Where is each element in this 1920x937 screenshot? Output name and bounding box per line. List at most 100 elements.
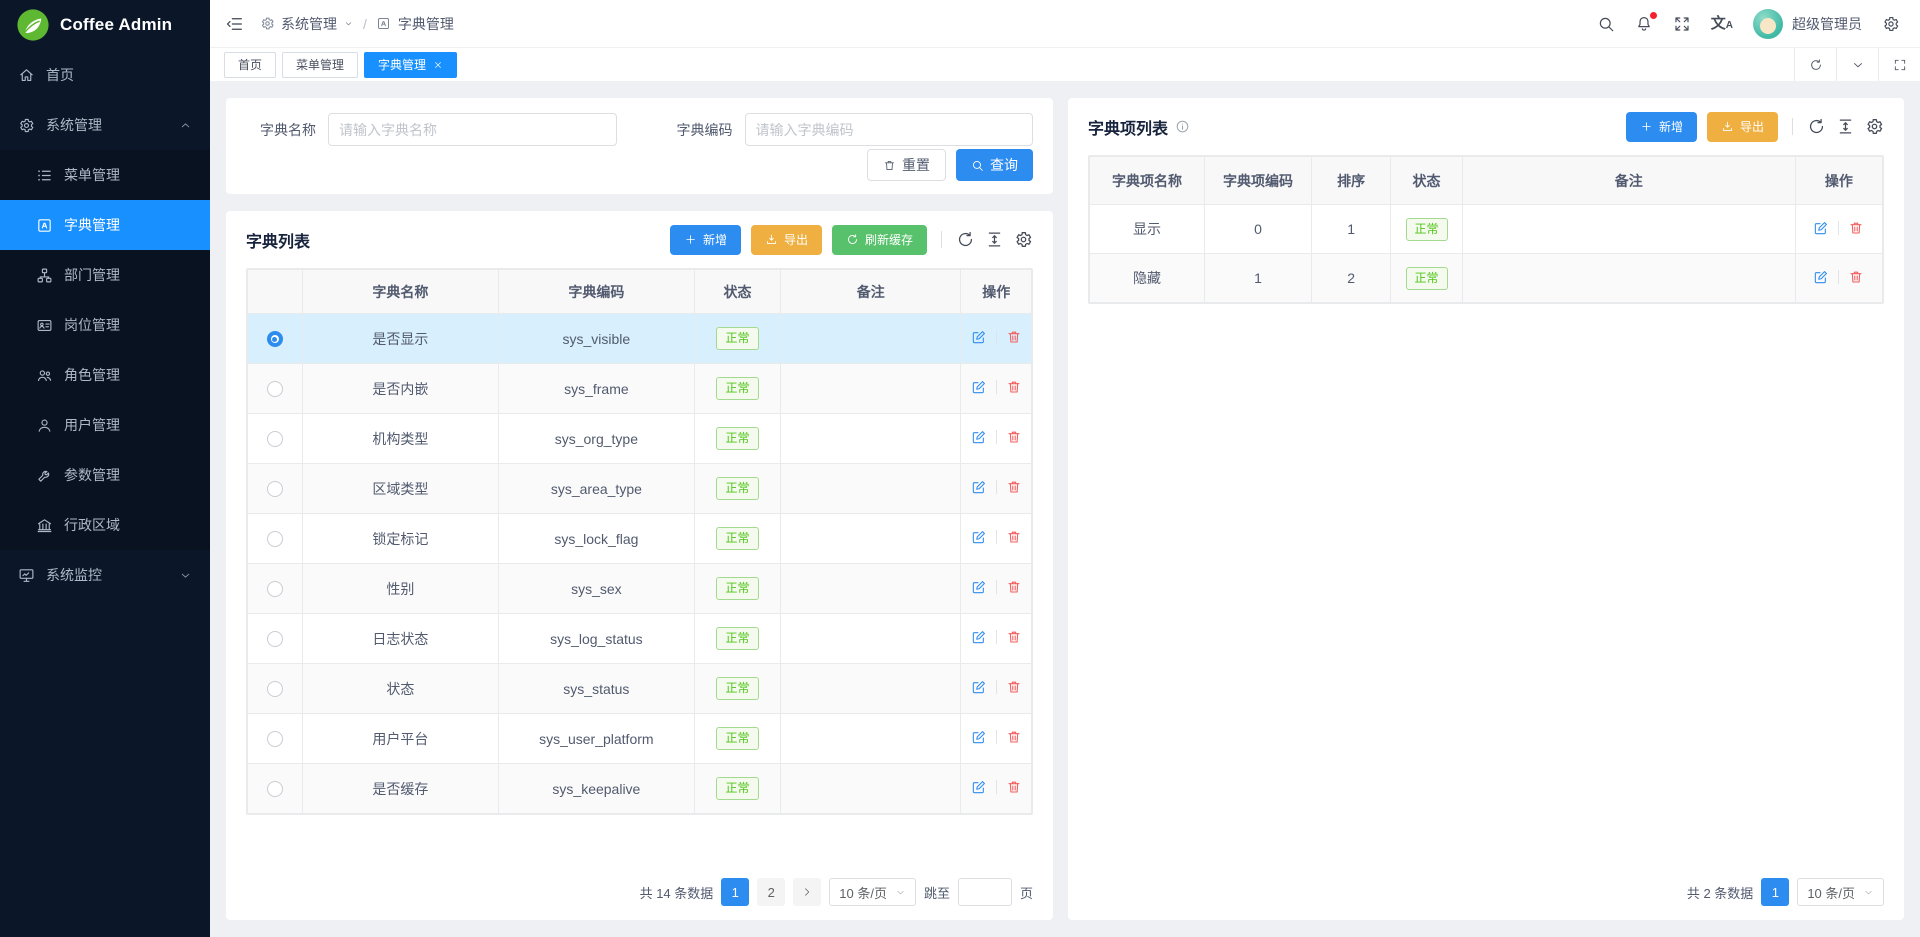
sidebar-group-system[interactable]: 系统管理 (0, 100, 210, 150)
table-row[interactable]: 显示01正常 (1090, 205, 1883, 254)
row-radio[interactable] (267, 381, 283, 397)
refresh-table-icon[interactable] (956, 230, 975, 249)
add-dict-button[interactable]: 新增 (670, 225, 741, 255)
reset-button[interactable]: 重置 (867, 149, 946, 181)
info-icon[interactable] (1175, 119, 1190, 134)
jump-page-input[interactable] (958, 878, 1012, 906)
edit-icon[interactable] (971, 629, 987, 645)
delete-icon[interactable] (1006, 379, 1022, 395)
sidebar-item-home[interactable]: 首页 (0, 50, 210, 100)
row-radio[interactable] (267, 631, 283, 647)
sidebar-item-menu-mgmt[interactable]: 菜单管理 (0, 150, 210, 200)
search-icon[interactable] (1597, 15, 1615, 33)
settings-gear-icon[interactable] (1882, 15, 1900, 33)
maximize-content-icon[interactable] (1878, 48, 1920, 81)
breadcrumb-root[interactable]: 系统管理 (260, 14, 354, 34)
row-density-icon[interactable] (1836, 117, 1855, 136)
table-row[interactable]: 用户平台sys_user_platform正常 (248, 714, 1032, 764)
status-cell: 正常 (694, 514, 780, 564)
query-button[interactable]: 查询 (956, 149, 1033, 181)
table-row[interactable]: 是否内嵌sys_frame正常 (248, 364, 1032, 414)
edit-icon[interactable] (971, 579, 987, 595)
fullscreen-icon[interactable] (1673, 15, 1691, 33)
refresh-cache-button[interactable]: 刷新缓存 (832, 225, 927, 255)
delete-icon[interactable] (1006, 429, 1022, 445)
table-row[interactable]: 是否显示sys_visible正常 (248, 314, 1032, 364)
delete-icon[interactable] (1006, 729, 1022, 745)
edit-icon[interactable] (971, 329, 987, 345)
delete-icon[interactable] (1006, 529, 1022, 545)
dict-code-input[interactable] (745, 113, 1034, 146)
sidebar-item-dict-mgmt[interactable]: 字典管理 (0, 200, 210, 250)
row-radio[interactable] (267, 431, 283, 447)
edit-icon[interactable] (971, 729, 987, 745)
row-radio[interactable] (267, 531, 283, 547)
row-radio[interactable] (267, 781, 283, 797)
export-dict-button[interactable]: 导出 (751, 225, 822, 255)
tab-home[interactable]: 首页 (224, 52, 276, 78)
row-radio[interactable] (267, 731, 283, 747)
next-page-button[interactable] (793, 878, 821, 906)
collapse-sidebar-icon[interactable] (226, 15, 244, 33)
table-row[interactable]: 是否缓存sys_keepalive正常 (248, 764, 1032, 814)
table-row[interactable]: 日志状态sys_log_status正常 (248, 614, 1032, 664)
refresh-page-icon[interactable] (1794, 48, 1836, 81)
table-settings-gear-icon[interactable] (1014, 230, 1033, 249)
table-row[interactable]: 隐藏12正常 (1090, 254, 1883, 303)
sidebar-group-monitor[interactable]: 系统监控 (0, 550, 210, 600)
language-switch-icon[interactable]: 文A (1711, 16, 1733, 31)
delete-icon[interactable] (1848, 220, 1864, 236)
refresh-table-icon[interactable] (1807, 117, 1826, 136)
delete-icon[interactable] (1006, 329, 1022, 345)
edit-icon[interactable] (971, 479, 987, 495)
delete-icon[interactable] (1006, 479, 1022, 495)
page-size-select[interactable]: 10 条/页 (1797, 878, 1884, 906)
user-menu[interactable]: 超级管理员 (1753, 9, 1862, 39)
table-row[interactable]: 锁定标记sys_lock_flag正常 (248, 514, 1032, 564)
table-row[interactable]: 性别sys_sex正常 (248, 564, 1032, 614)
delete-icon[interactable] (1006, 629, 1022, 645)
sidebar-item-user-mgmt[interactable]: 用户管理 (0, 400, 210, 450)
row-radio[interactable] (267, 681, 283, 697)
status-cell: 正常 (694, 614, 780, 664)
edit-icon[interactable] (971, 379, 987, 395)
tab-menu-mgmt[interactable]: 菜单管理 (282, 52, 358, 78)
table-row[interactable]: 区域类型sys_area_type正常 (248, 464, 1032, 514)
page-button-1[interactable]: 1 (1761, 878, 1789, 906)
page-button-2[interactable]: 2 (757, 878, 785, 906)
sidebar-item-admin-region[interactable]: 行政区域 (0, 500, 210, 550)
close-tab-icon[interactable] (433, 60, 443, 70)
edit-icon[interactable] (1813, 220, 1829, 236)
edit-icon[interactable] (971, 429, 987, 445)
delete-icon[interactable] (1006, 579, 1022, 595)
cell-dict-code: sys_status (498, 664, 694, 714)
row-radio[interactable] (267, 481, 283, 497)
tab-dict-mgmt[interactable]: 字典管理 (364, 52, 457, 78)
sidebar-item-label: 岗位管理 (64, 315, 120, 335)
table-row[interactable]: 机构类型sys_org_type正常 (248, 414, 1032, 464)
row-density-icon[interactable] (985, 230, 1004, 249)
page-button-1[interactable]: 1 (721, 878, 749, 906)
table-settings-gear-icon[interactable] (1865, 117, 1884, 136)
notification-bell-icon[interactable] (1635, 15, 1653, 33)
table-row[interactable]: 状态sys_status正常 (248, 664, 1032, 714)
edit-icon[interactable] (971, 779, 987, 795)
dict-name-input[interactable] (328, 113, 617, 146)
chevron-down-icon (343, 18, 354, 29)
page-size-select[interactable]: 10 条/页 (829, 878, 916, 906)
export-item-button[interactable]: 导出 (1707, 112, 1778, 142)
edit-icon[interactable] (971, 529, 987, 545)
delete-icon[interactable] (1848, 269, 1864, 285)
sidebar-item-post-mgmt[interactable]: 岗位管理 (0, 300, 210, 350)
tab-options-chevron-icon[interactable] (1836, 48, 1878, 81)
sidebar-item-param-mgmt[interactable]: 参数管理 (0, 450, 210, 500)
delete-icon[interactable] (1006, 679, 1022, 695)
sidebar-item-dept-mgmt[interactable]: 部门管理 (0, 250, 210, 300)
row-radio[interactable] (267, 331, 283, 347)
delete-icon[interactable] (1006, 779, 1022, 795)
sidebar-item-role-mgmt[interactable]: 角色管理 (0, 350, 210, 400)
edit-icon[interactable] (971, 679, 987, 695)
row-radio[interactable] (267, 581, 283, 597)
edit-icon[interactable] (1813, 269, 1829, 285)
add-item-button[interactable]: 新增 (1626, 112, 1697, 142)
